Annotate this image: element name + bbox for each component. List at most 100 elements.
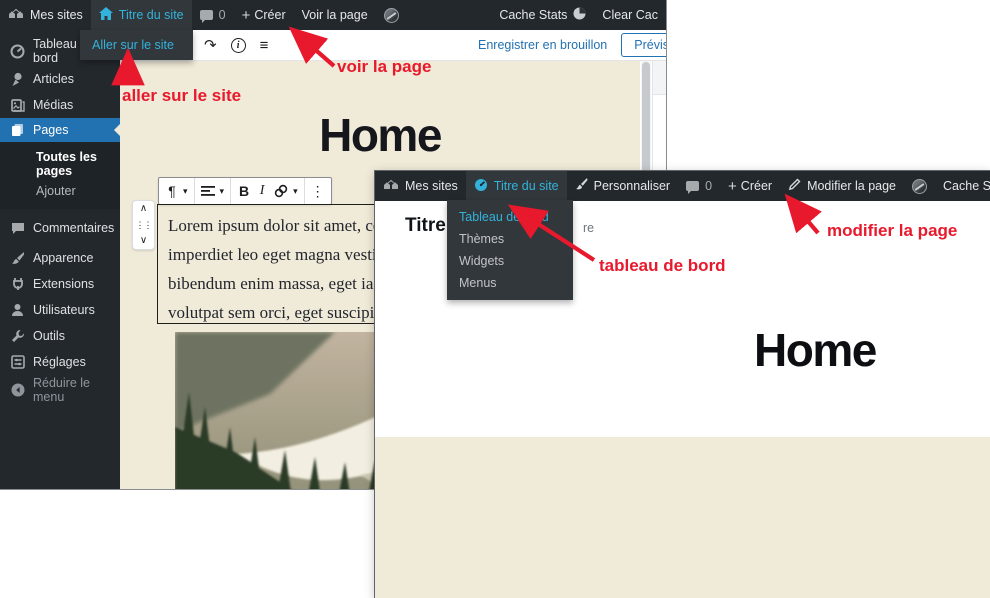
sidebar-collapse-menu[interactable]: Réduire le menu: [0, 377, 120, 403]
plus-icon: +: [242, 8, 251, 23]
multisite-icon: [383, 178, 399, 195]
media-icon: [10, 98, 25, 113]
pushpin-icon: [10, 72, 25, 87]
sidebar-label: Articles: [33, 72, 74, 86]
new-content-label: Créer: [741, 179, 772, 193]
sidebar-item-utilisateurs[interactable]: Utilisateurs: [0, 297, 120, 323]
cache-stats-menu[interactable]: Cache Stats: [491, 0, 594, 30]
link-icon[interactable]: [273, 179, 289, 203]
preview-button[interactable]: Prévis: [621, 33, 666, 57]
submenu-add-page[interactable]: Ajouter: [0, 181, 120, 201]
comments-count: 0: [705, 179, 712, 193]
save-draft-button[interactable]: Enregistrer en brouillon: [478, 38, 607, 52]
pie-chart-icon: [573, 7, 586, 23]
cache-stats-label: Cache Stats: [943, 179, 990, 193]
my-sites-label: Mes sites: [405, 179, 458, 193]
sidebar-label: Médias: [33, 98, 73, 112]
plus-icon: +: [728, 179, 737, 194]
pages-icon: [10, 123, 25, 138]
home-icon: [99, 7, 113, 23]
sidebar-label: Apparence: [33, 251, 93, 265]
comments-count: 0: [219, 8, 226, 22]
cache-plugin-menu[interactable]: [376, 0, 407, 30]
move-down-icon[interactable]: ∨: [140, 236, 147, 246]
my-sites-menu[interactable]: Mes sites: [375, 171, 466, 201]
sidebar-item-medias[interactable]: Médias: [0, 92, 120, 118]
screenshot-canvas: Mes sites Titre du site 0 + Créer Voir l…: [0, 0, 990, 598]
page-title[interactable]: Home: [120, 108, 640, 162]
appearance-brush-icon: [10, 251, 25, 266]
sidebar-item-articles[interactable]: Articles: [0, 66, 120, 92]
more-formats-caret-icon[interactable]: ▾: [293, 186, 298, 197]
edit-page-label: Modifier la page: [807, 179, 896, 193]
wp-site-window: Mes sites Titre du site Personnaliser 0 …: [375, 171, 990, 598]
drag-handle-icon[interactable]: ⋮⋮: [136, 220, 152, 231]
plugin-icon: [10, 277, 25, 292]
sidebar-item-apparence[interactable]: Apparence: [0, 245, 120, 271]
customize-link[interactable]: Personnaliser: [567, 171, 678, 201]
italic-button[interactable]: I: [255, 179, 269, 203]
cache-stats-menu[interactable]: Cache Stats: [935, 171, 990, 201]
edit-page-link[interactable]: Modifier la page: [780, 171, 904, 201]
align-caret-icon[interactable]: ▾: [220, 186, 225, 197]
submenu-all-pages[interactable]: Toutes les pages: [0, 147, 120, 181]
block-switcher-caret-icon[interactable]: ▾: [183, 186, 188, 197]
brush-icon: [575, 178, 588, 194]
block-mover: ∧ ⋮⋮ ∨: [132, 200, 155, 250]
sidebar-label: Réduire le menu: [33, 376, 120, 404]
move-up-icon[interactable]: ∧: [140, 204, 147, 214]
new-content-menu[interactable]: + Créer: [234, 0, 294, 30]
view-page-label: Voir la page: [302, 8, 368, 22]
sidebar-item-outils[interactable]: Outils: [0, 323, 120, 349]
menu-item-themes[interactable]: Thèmes: [447, 228, 573, 250]
site-tagline-fragment: re: [583, 221, 594, 235]
list-view-icon[interactable]: ≡: [260, 37, 268, 54]
cache-plugin-menu[interactable]: [904, 171, 935, 201]
sidebar-label: Pages: [33, 123, 68, 137]
multisite-icon: [8, 7, 24, 24]
redo-icon[interactable]: ↷: [204, 36, 217, 54]
sidebar-item-reglages[interactable]: Réglages: [0, 349, 120, 375]
new-content-menu[interactable]: + Créer: [720, 171, 780, 201]
cache-plugin-icon: [384, 8, 399, 23]
user-icon: [10, 303, 25, 318]
site-name-menu[interactable]: Titre du site: [466, 171, 567, 201]
cache-stats-label: Cache Stats: [499, 8, 567, 22]
sidebar-item-commentaires[interactable]: Commentaires: [0, 215, 120, 241]
pencil-icon: [788, 178, 801, 194]
sidebar-label: Outils: [33, 329, 65, 343]
scrollbar-thumb[interactable]: [642, 62, 650, 174]
menu-item-go-to-site[interactable]: Aller sur le site: [80, 34, 193, 56]
sidebar-label: Extensions: [33, 277, 94, 291]
dashboard-gauge-icon: [474, 178, 488, 195]
align-icon[interactable]: [201, 179, 216, 203]
menu-item-dashboard[interactable]: Tableau de bord: [447, 206, 573, 228]
comment-bubble-icon: [686, 181, 699, 191]
sidebar-item-extensions[interactable]: Extensions: [0, 271, 120, 297]
sidebar-label: Réglages: [33, 355, 86, 369]
cache-plugin-icon: [912, 179, 927, 194]
site-name-menu[interactable]: Titre du site: [91, 0, 192, 30]
comments-shortcut[interactable]: 0: [678, 171, 720, 201]
bold-button[interactable]: B: [237, 179, 251, 203]
comment-bubble-icon: [200, 10, 213, 20]
wrench-icon: [10, 329, 25, 344]
new-content-label: Créer: [254, 8, 285, 22]
site-name-dropdown: Aller sur le site: [80, 30, 193, 60]
page-title: Home: [754, 323, 876, 377]
pages-submenu: Toutes les pages Ajouter: [0, 142, 120, 209]
sidebar-label: Commentaires: [33, 221, 114, 235]
clear-cache-menu[interactable]: Clear Cac: [594, 0, 666, 30]
sidebar-item-pages[interactable]: Pages: [0, 118, 120, 142]
site-name-dropdown: Tableau de bord Thèmes Widgets Menus: [447, 200, 573, 300]
menu-item-menus[interactable]: Menus: [447, 272, 573, 294]
view-page-link[interactable]: Voir la page: [294, 0, 376, 30]
info-icon[interactable]: i: [231, 38, 246, 53]
site-name-label: Titre du site: [119, 8, 184, 22]
dashboard-icon: [10, 44, 25, 59]
menu-item-widgets[interactable]: Widgets: [447, 250, 573, 272]
comments-shortcut[interactable]: 0: [192, 0, 234, 30]
options-kebab-icon[interactable]: ⋮: [311, 179, 325, 203]
my-sites-menu[interactable]: Mes sites: [0, 0, 91, 30]
paragraph-block-icon[interactable]: ¶: [165, 179, 179, 203]
